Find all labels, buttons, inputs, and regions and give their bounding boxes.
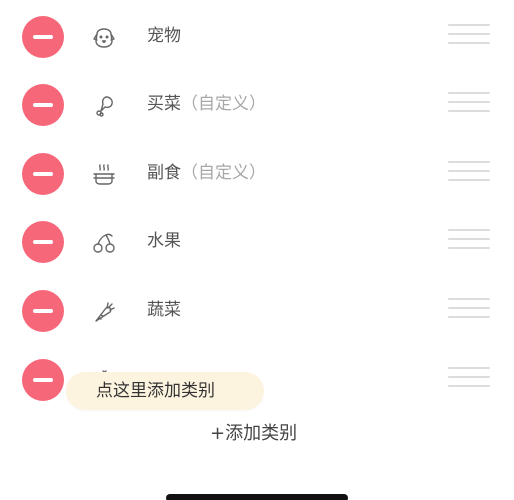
- drag-handle[interactable]: [448, 229, 490, 253]
- steaming-bowl-icon: [91, 162, 117, 188]
- category-suffix: （自定义）: [181, 94, 266, 114]
- drag-handle[interactable]: [448, 24, 490, 48]
- category-label: 宠物: [147, 24, 181, 48]
- drag-handle[interactable]: [448, 161, 490, 185]
- category-row-side-food: 副食（自定义）: [0, 139, 514, 207]
- category-name: 副食: [147, 163, 181, 183]
- tooltip-text: 点这里添加类别: [96, 381, 215, 401]
- category-label: 副食（自定义）: [147, 161, 266, 185]
- remove-category-button[interactable]: [22, 221, 64, 263]
- category-row-groceries: 买菜（自定义）: [0, 70, 514, 138]
- category-label: 水果: [147, 229, 181, 253]
- dog-face-icon: [91, 25, 117, 51]
- category-row-pet: 宠物: [0, 2, 514, 70]
- remove-category-button[interactable]: [22, 16, 64, 58]
- drumstick-icon: [91, 93, 117, 119]
- category-suffix: （自定义）: [181, 163, 266, 183]
- add-category-tooltip: 点这里添加类别: [66, 372, 264, 410]
- carrot-icon: [91, 299, 117, 325]
- category-edit-screen: 宠物 买菜（自定义） 副食（自定义） 水果 蔬菜 点这里添加类别 +添加类别: [0, 0, 514, 500]
- add-category-button[interactable]: +添加类别: [210, 422, 297, 446]
- category-label: 买菜（自定义）: [147, 92, 266, 116]
- drag-handle[interactable]: [448, 92, 490, 116]
- category-row-fruit: 水果: [0, 207, 514, 275]
- category-name: 买菜: [147, 94, 181, 114]
- category-name: 宠物: [147, 26, 181, 46]
- category-row-vegetables: 蔬菜: [0, 276, 514, 344]
- remove-category-button[interactable]: [22, 84, 64, 126]
- drag-handle[interactable]: [448, 367, 490, 391]
- remove-category-button[interactable]: [22, 290, 64, 332]
- home-indicator: [166, 494, 348, 500]
- remove-category-button[interactable]: [22, 153, 64, 195]
- remove-category-button[interactable]: [22, 359, 64, 401]
- category-name: 水果: [147, 231, 181, 251]
- category-label: 蔬菜: [147, 298, 181, 322]
- category-name: 蔬菜: [147, 300, 181, 320]
- cherries-icon: [91, 230, 117, 256]
- drag-handle[interactable]: [448, 298, 490, 322]
